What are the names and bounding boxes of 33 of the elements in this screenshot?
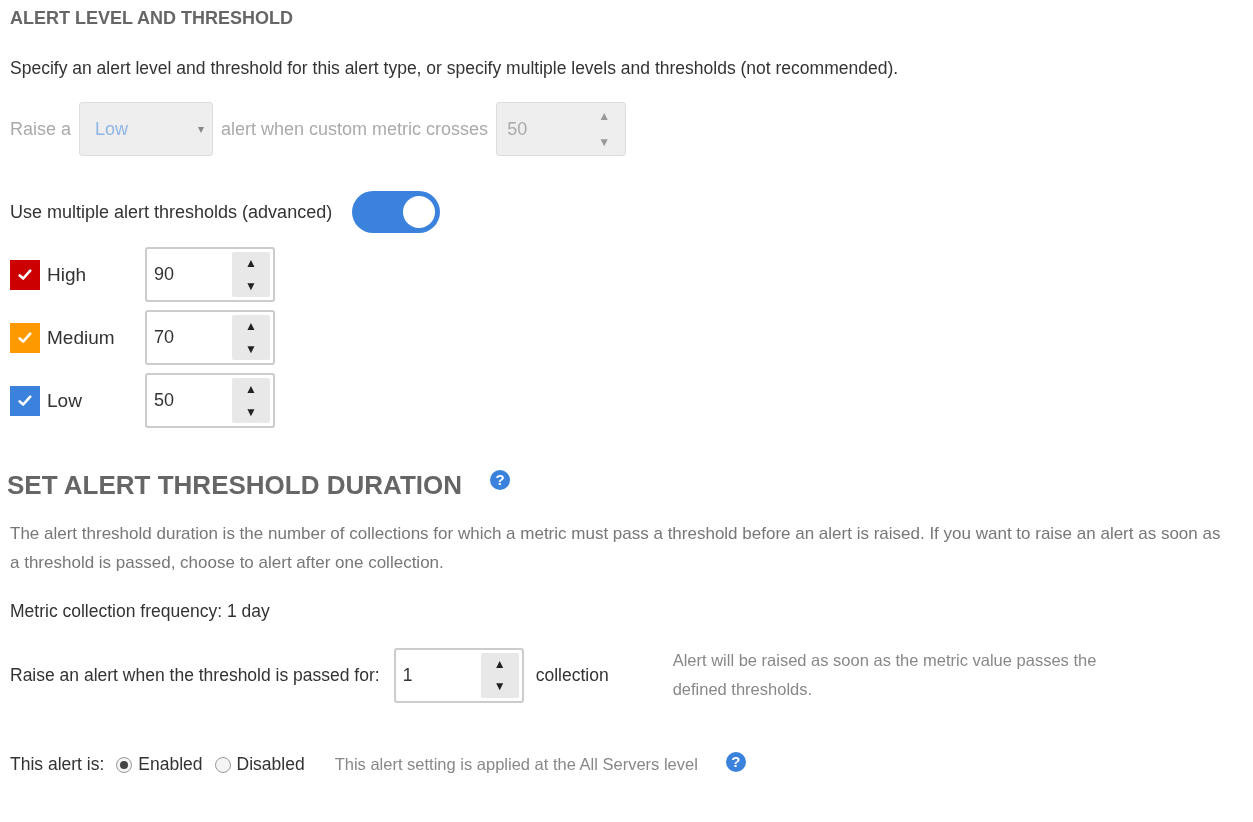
- help-icon[interactable]: ?: [490, 469, 510, 490]
- toggle-label: Use multiple alert thresholds (advanced): [10, 201, 333, 223]
- checkbox[interactable]: [10, 385, 40, 416]
- check-icon: [18, 330, 32, 345]
- section-title: SET ALERT THRESHOLD DURATION: [7, 470, 462, 501]
- checkbox-label: High: [47, 263, 88, 286]
- note-text: This alert setting is applied at the All Servers level: [334, 755, 698, 774]
- checkbox[interactable]: [10, 322, 40, 353]
- section-title: ALERT LEVEL AND THRESHOLD: [10, 8, 294, 29]
- number-spinner[interactable]: 50 ▲ ▼: [145, 373, 275, 428]
- radio-button[interactable]: [214, 756, 231, 773]
- radio-label: Disabled: [236, 754, 305, 775]
- checkbox[interactable]: [10, 259, 40, 290]
- frequency-text: Metric collection frequency: 1 day: [10, 601, 271, 622]
- checkbox-label: Medium: [47, 326, 116, 349]
- radio-label: Enabled: [138, 754, 203, 775]
- help-icon[interactable]: ?: [725, 751, 746, 772]
- number-spinner[interactable]: 70 ▲ ▼: [145, 310, 275, 365]
- description: Specify an alert level and threshold for this alert type, or specify multiple levels and thresholds (not recommended).: [10, 58, 900, 79]
- field-label: This alert is:: [10, 754, 105, 775]
- number-spinner[interactable]: 90 ▲ ▼: [145, 247, 275, 302]
- check-icon: [18, 267, 32, 282]
- radio-button[interactable]: [116, 756, 133, 773]
- description: The alert threshold duration is the number of collections for which a metric must pass a threshold before an alert is raised. If you want to raise an alert as soon as a threshold is passed, choose to alert after one collection.: [10, 523, 1222, 574]
- note-text: Alert will be raised as soon as the metric value passes the defined thresholds.: [672, 650, 1098, 700]
- field-label: Raise a: [10, 118, 72, 140]
- unit-label: collection: [535, 664, 609, 686]
- toggle-switch[interactable]: [352, 191, 441, 233]
- check-icon: [18, 393, 32, 408]
- field-label: alert when custom metric crosses: [221, 118, 489, 140]
- checkbox-label: Low: [47, 389, 83, 412]
- number-spinner[interactable]: 1 ▲ ▼: [393, 647, 524, 703]
- field-label: Raise an alert when the threshold is passed for:: [10, 664, 380, 686]
